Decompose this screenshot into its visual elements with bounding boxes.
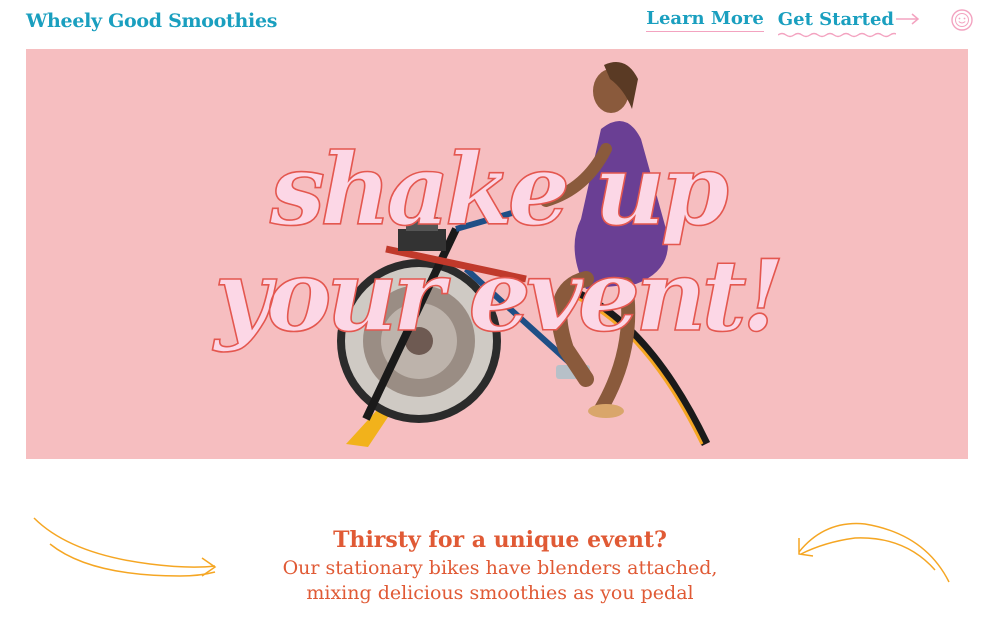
- get-started-label: Get Started: [777, 8, 894, 30]
- get-started-link[interactable]: Get Started: [777, 8, 920, 37]
- arrow-right-icon: [896, 13, 920, 25]
- intro-body-line2: mixing delicious smoothies as you pedal: [306, 582, 694, 604]
- brand-logo[interactable]: Wheely Good Smoothies: [26, 10, 277, 32]
- hero-banner: shake up your event!: [26, 49, 968, 459]
- intro-body-line1: Our stationary bikes have blenders attac…: [282, 557, 718, 579]
- smiley-icon[interactable]: [950, 8, 974, 32]
- intro-body: Our stationary bikes have blenders attac…: [0, 556, 1000, 606]
- learn-more-link[interactable]: Learn More: [646, 8, 764, 32]
- intro-heading: Thirsty for a unique event?: [333, 527, 667, 553]
- wavy-underline: [777, 32, 896, 37]
- hero-headline-line2: your event!: [213, 238, 785, 355]
- top-nav: Learn More Get Started: [646, 8, 974, 37]
- hero-headline-line1: shake up: [269, 132, 730, 249]
